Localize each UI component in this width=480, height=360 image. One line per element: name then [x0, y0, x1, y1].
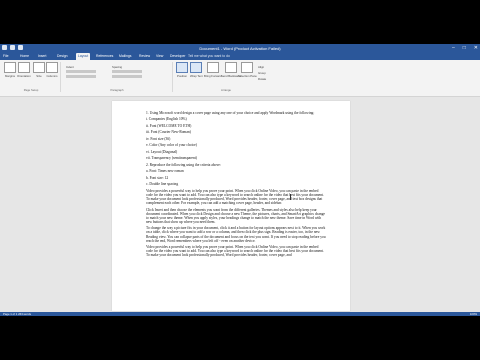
tab-references[interactable]: References [96, 53, 113, 60]
position-icon [176, 62, 188, 73]
minimize-button[interactable]: – [452, 45, 455, 51]
document-paragraph[interactable]: a. Font: Times new roman [146, 169, 326, 173]
indent-label: Indent [66, 65, 74, 69]
document-paragraph[interactable]: vi. Layout (Diagonal) [146, 150, 326, 154]
align-button[interactable]: Align [258, 65, 264, 69]
tell-me-box[interactable]: Tell me what you want to do [188, 53, 230, 60]
document-paragraph[interactable]: 2. Reproduce the following using the cri… [146, 163, 326, 167]
tab-file[interactable]: File [3, 53, 8, 60]
size-button[interactable]: Size [33, 62, 45, 78]
wrap-text-button[interactable]: Wrap Text [190, 62, 203, 78]
spacing-after-field[interactable] [112, 75, 142, 78]
document-paragraph[interactable]: i. Companies (English 10%) [146, 117, 326, 121]
indent-right-field[interactable] [66, 75, 96, 78]
ribbon: Margins Orientation Size Columns Page Se… [0, 60, 480, 97]
document-paragraph[interactable]: 1. Using Microsoft word design a cover p… [146, 111, 326, 115]
columns-icon [46, 62, 58, 73]
indent-left-field[interactable] [66, 70, 96, 73]
send-backward-icon [224, 62, 237, 73]
status-bar: Page 1 of 1 263 words 100% [0, 312, 480, 316]
spacing-label: Spacing [112, 65, 123, 69]
group-label-paragraph: Paragraph [110, 88, 124, 92]
orientation-icon [17, 62, 30, 73]
margins-icon [4, 62, 16, 73]
mouse-cursor [290, 194, 291, 200]
tab-design[interactable]: Design [57, 53, 68, 60]
window-controls: – □ ✕ [452, 45, 478, 51]
ribbon-tabs: File Home Insert Design Layout Reference… [0, 53, 480, 60]
tab-mailings[interactable]: Mailings [119, 53, 131, 60]
document-paragraph[interactable]: Video provides a powerful way to help yo… [146, 245, 326, 257]
close-button[interactable]: ✕ [474, 45, 478, 51]
maximize-button[interactable]: □ [463, 45, 466, 51]
document-paragraph[interactable]: iv. Font size (36) [146, 137, 326, 141]
document-paragraph[interactable]: Video provides a powerful way to help yo… [146, 189, 326, 205]
document-paragraph[interactable]: vii. Transparency (semitransparent) [146, 156, 326, 160]
tab-home[interactable]: Home [20, 53, 29, 60]
tab-review[interactable]: Review [139, 53, 150, 60]
group-label-page-setup: Page Setup [23, 88, 39, 92]
document-paragraph[interactable]: v. Color (Any color of your choice) [146, 143, 326, 147]
status-page-info: Page 1 of 1 263 words [3, 312, 31, 316]
tab-insert[interactable]: Insert [38, 53, 46, 60]
size-icon [33, 62, 45, 73]
document-paragraph[interactable]: c. Double line spacing [146, 182, 326, 186]
zoom-level[interactable]: 100% [470, 312, 477, 316]
rotate-button[interactable]: Rotate [258, 77, 266, 81]
margins-button[interactable]: Margins [4, 62, 16, 78]
document-paragraph[interactable]: ii. Font (WELCOME TO ETH) [146, 124, 326, 128]
tab-view[interactable]: View [156, 53, 163, 60]
group-paragraph: Indent Spacing Paragraph [62, 62, 173, 92]
spacing-before-field[interactable] [112, 70, 142, 73]
position-button[interactable]: Position [176, 62, 188, 78]
bring-forward-icon [206, 62, 219, 73]
tab-developer[interactable]: Developer [170, 53, 185, 60]
word-window: Document1 - Word (Product Activation Fai… [0, 44, 480, 316]
document-paragraph[interactable]: Click Insert and then choose the element… [146, 208, 326, 224]
group-page-setup: Margins Orientation Size Columns Page Se… [2, 62, 61, 92]
document-paragraph[interactable]: iii. Font (Courier New-Roman) [146, 130, 326, 134]
tab-layout[interactable]: Layout [76, 53, 91, 60]
document-page[interactable]: 1. Using Microsoft word design a cover p… [112, 101, 350, 311]
window-title: Document1 - Word (Product Activation Fai… [199, 46, 281, 51]
group-arrange: Position Wrap Text Bring Forward Send Ba… [174, 62, 278, 92]
document-paragraph[interactable]: b. Font size: 12 [146, 176, 326, 180]
bring-forward-button[interactable]: Bring Forward [204, 62, 222, 78]
selection-pane-icon [241, 62, 254, 73]
group-button[interactable]: Group [258, 71, 266, 75]
document-paragraph[interactable]: To change the way a picture fits in your… [146, 226, 326, 242]
selection-pane-button[interactable]: Selection Pane [238, 62, 257, 78]
columns-button[interactable]: Columns [46, 62, 58, 78]
document-body[interactable]: 1. Using Microsoft word design a cover p… [146, 111, 326, 260]
group-label-arrange: Arrange [221, 88, 231, 92]
title-bar: Document1 - Word (Product Activation Fai… [0, 44, 480, 53]
wrap-text-icon [190, 62, 203, 73]
orientation-button[interactable]: Orientation [17, 62, 31, 78]
